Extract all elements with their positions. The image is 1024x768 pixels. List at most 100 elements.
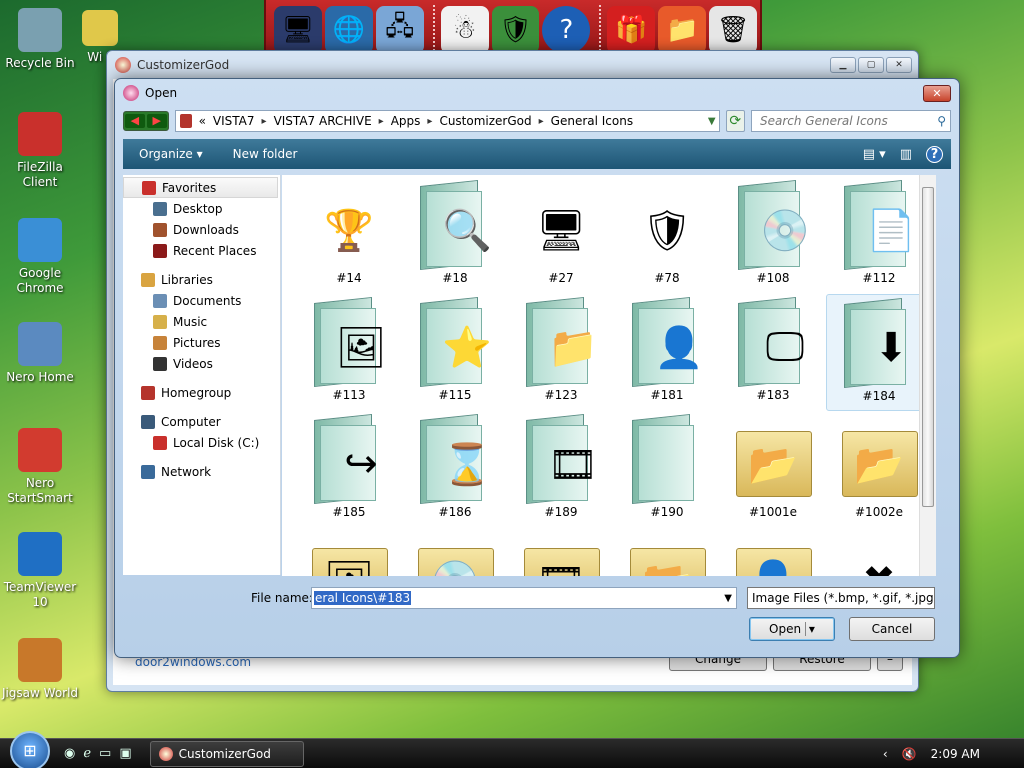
breadcrumb-item[interactable]: General Icons [551, 114, 633, 128]
file-type-select[interactable]: Image Files (*.bmp, *.gif, *.jpg, ▼ [747, 587, 935, 609]
taskbar-item-customizergod[interactable]: CustomizerGod [149, 740, 304, 767]
file-item[interactable]: #190 [614, 411, 720, 528]
refresh-button[interactable]: ⟳ [725, 110, 745, 132]
nav-homegroup[interactable]: Homegroup [123, 382, 280, 403]
back-button[interactable]: ◀ [124, 114, 145, 128]
file-item[interactable]: ⌛ #186 [402, 411, 508, 528]
nav-item-videos[interactable]: Videos [123, 353, 280, 374]
breadcrumb-separator-icon[interactable]: ▸ [539, 116, 544, 127]
split-arrow-icon[interactable]: ▾ [804, 622, 815, 636]
nav-item-pictures[interactable]: Pictures [123, 332, 280, 353]
file-item[interactable]: 🖼 [296, 528, 402, 576]
file-name-label: File name: [251, 591, 313, 605]
nav-network[interactable]: Network [123, 461, 280, 482]
clock[interactable]: 2:09 AM [931, 747, 980, 761]
organize-button[interactable]: Organize ▾ [139, 147, 203, 161]
minimize-button[interactable]: ▁ [830, 57, 856, 73]
breadcrumb-overflow[interactable]: « [199, 114, 206, 128]
file-item[interactable]: 🖥 #27 [508, 177, 614, 294]
search-icon[interactable]: ⚲ [937, 114, 946, 128]
file-item[interactable]: 📁 #123 [508, 294, 614, 411]
address-dropdown-icon[interactable]: ▼ [708, 116, 719, 127]
recycle-icon[interactable]: 🗑 [709, 6, 758, 54]
file-item[interactable]: 📂 [614, 528, 720, 576]
desktop-icon[interactable]: FileZilla Client [0, 112, 80, 190]
file-item[interactable]: 🖵 #183 [720, 294, 826, 411]
file-item[interactable]: ✖ [826, 528, 932, 576]
nav-item-recent-places[interactable]: Recent Places [123, 240, 280, 261]
new-folder-button[interactable]: New folder [233, 147, 298, 161]
help-icon[interactable]: ? [542, 6, 591, 54]
file-item[interactable]: 💿 [402, 528, 508, 576]
nav-libraries[interactable]: Libraries [123, 269, 280, 290]
file-item[interactable]: 🎞 #189 [508, 411, 614, 528]
file-name-field[interactable]: eral Icons\#183 ▼ [311, 587, 737, 609]
breadcrumb-item[interactable]: VISTA7 [213, 114, 255, 128]
show-hidden-icons-icon[interactable]: ‹ [883, 747, 888, 761]
chrome-icon[interactable]: ◉ [64, 746, 75, 761]
file-item[interactable]: 💿 #108 [720, 177, 826, 294]
search-input[interactable]: Search General Icons ⚲ [751, 110, 951, 132]
breadcrumb-separator-icon[interactable]: ▸ [427, 116, 432, 127]
breadcrumb-item[interactable]: VISTA7 ARCHIVE [274, 114, 372, 128]
nav-item-desktop[interactable]: Desktop [123, 198, 280, 219]
close-button[interactable]: ✕ [923, 85, 951, 102]
file-item[interactable]: 🛡 #78 [614, 177, 720, 294]
file-glyph-icon: 📂 [854, 441, 904, 488]
file-name: #18 [442, 271, 468, 285]
file-item[interactable]: 🎞 [508, 528, 614, 576]
file-glyph-icon: ✖ [850, 552, 908, 576]
breadcrumb-item[interactable]: Apps [391, 114, 421, 128]
network-icon[interactable]: 🖧 [375, 6, 424, 54]
file-item[interactable]: 📂 #1001e [720, 411, 826, 528]
desktop-icon[interactable]: Google Chrome [0, 218, 80, 296]
close-button[interactable]: ✕ [886, 57, 912, 73]
gift-icon[interactable]: 🎁 [607, 6, 656, 54]
snowman-icon[interactable]: ☃ [440, 6, 489, 54]
file-item[interactable]: ⬇ #184 [826, 294, 932, 411]
desktop-icon[interactable]: Jigsaw World [0, 638, 80, 701]
computer-icon[interactable]: 🖥 [274, 6, 322, 54]
breadcrumb-separator-icon[interactable]: ▸ [262, 116, 267, 127]
breadcrumb-separator-icon[interactable]: ▸ [379, 116, 384, 127]
nav-item-music[interactable]: Music [123, 311, 280, 332]
preview-pane-icon[interactable]: ▥ [900, 147, 912, 162]
ie-icon[interactable]: ℯ [83, 746, 91, 761]
file-item[interactable]: 📂 #1002e [826, 411, 932, 528]
desktop-icon[interactable]: Nero Home [0, 322, 80, 385]
breadcrumb-item[interactable]: CustomizerGod [439, 114, 531, 128]
file-item[interactable]: 👤 [720, 528, 826, 576]
address-bar[interactable]: « VISTA7 ▸ VISTA7 ARCHIVE ▸ Apps ▸ CustomizerGo… [174, 110, 720, 132]
switch-windows-icon[interactable]: ▣ [119, 746, 131, 761]
explorer-icon[interactable]: ▭ [99, 746, 111, 761]
file-item[interactable]: ↪ #185 [296, 411, 402, 528]
nav-favorites[interactable]: Favorites [123, 177, 278, 198]
nav-item-local-disk[interactable]: Local Disk (C:) [123, 432, 280, 453]
desktop-icon[interactable]: Nero StartSmart [0, 428, 80, 506]
nav-item-documents[interactable]: Documents [123, 290, 280, 311]
chevron-down-icon[interactable]: ▼ [724, 593, 736, 604]
file-item[interactable]: 📄 #112 [826, 177, 932, 294]
file-item[interactable]: 👤 #181 [614, 294, 720, 411]
file-item[interactable]: 🔍 #18 [402, 177, 508, 294]
cancel-button[interactable]: Cancel [849, 617, 935, 641]
folder-icon[interactable]: 📁 [658, 6, 707, 54]
file-item[interactable]: 🏆 #14 [296, 177, 402, 294]
vertical-scrollbar[interactable] [919, 175, 936, 576]
start-button[interactable]: ⊞ [10, 730, 50, 768]
file-item[interactable]: 🖼 #113 [296, 294, 402, 411]
file-item[interactable]: ⭐ #115 [402, 294, 508, 411]
nav-computer[interactable]: Computer [123, 411, 280, 432]
views-icon[interactable]: ▤ ▾ [863, 147, 886, 162]
globe-icon[interactable]: 🌐 [324, 6, 373, 54]
forward-button[interactable]: ▶ [146, 114, 167, 128]
help-icon[interactable]: ? [926, 145, 943, 163]
desktop-icon[interactable]: Recycle Bin [0, 8, 80, 71]
shield-icon[interactable]: 🛡 [491, 6, 540, 54]
maximize-button[interactable]: ▢ [858, 57, 884, 73]
open-button[interactable]: Open ▾ [749, 617, 835, 641]
nav-item-downloads[interactable]: Downloads [123, 219, 280, 240]
speaker-muted-icon[interactable]: 🔇 [902, 747, 917, 761]
desktop-icon[interactable]: TeamViewer 10 [0, 532, 80, 610]
scrollbar-thumb[interactable] [922, 187, 934, 507]
